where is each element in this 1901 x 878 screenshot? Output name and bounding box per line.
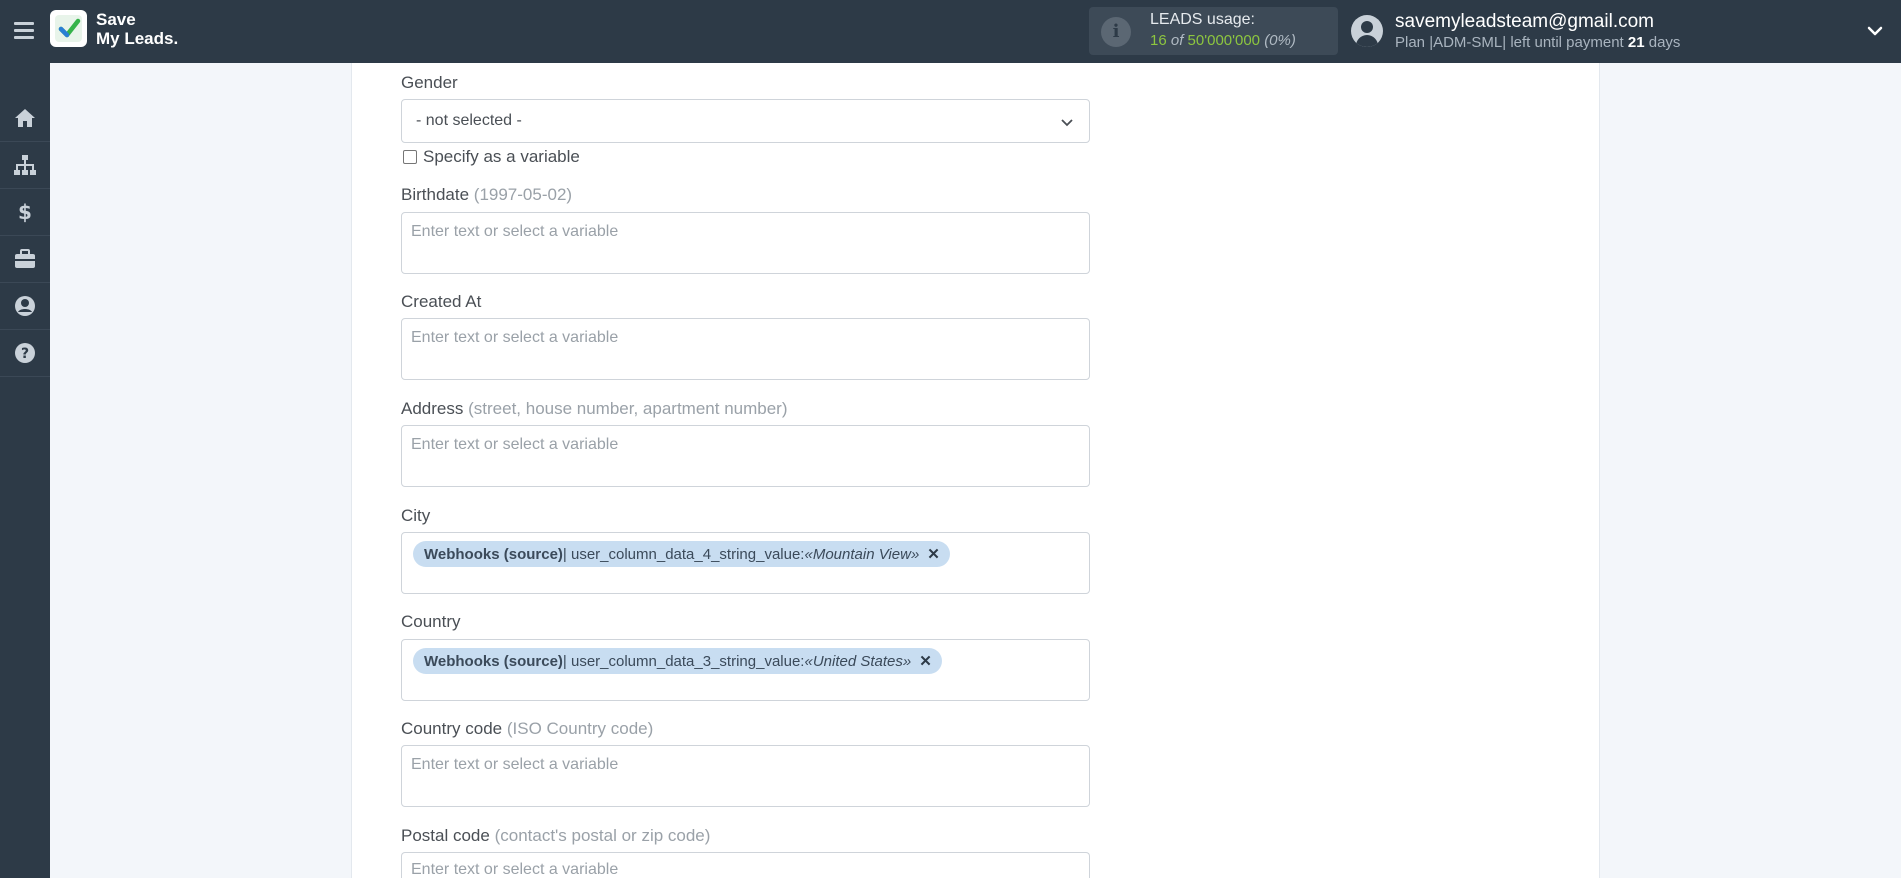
remove-tag-icon[interactable]: ✕ [927, 545, 940, 563]
address-label: Address (street, house number, apartment… [401, 399, 788, 418]
created-at-input[interactable]: Enter text or select a variable [401, 318, 1090, 380]
account-email[interactable]: savemyleadsteam@gmail.com [1395, 11, 1654, 33]
country-variable-tag[interactable]: Webhooks (source) | user_column_data_3_s… [413, 648, 942, 674]
country-code-placeholder: Enter text or select a variable [411, 756, 619, 773]
country-label: Country [401, 612, 461, 631]
country-input[interactable]: Webhooks (source) | user_column_data_3_s… [401, 639, 1090, 701]
menu-icon[interactable] [12, 18, 36, 42]
city-input[interactable]: Webhooks (source) | user_column_data_4_s… [401, 532, 1090, 594]
address-placeholder: Enter text or select a variable [411, 436, 619, 453]
address-input[interactable]: Enter text or select a variable [401, 425, 1090, 487]
birthdate-label: Birthdate (1997-05-02) [401, 185, 573, 204]
remove-tag-icon[interactable]: ✕ [919, 652, 932, 670]
svg-text:?: ? [21, 346, 29, 362]
gender-label: Gender [401, 73, 458, 92]
city-label: City [401, 506, 431, 525]
help-icon[interactable]: ? [0, 330, 50, 377]
avatar[interactable] [1351, 15, 1383, 47]
info-icon: i [1101, 17, 1131, 47]
gender-select[interactable]: - not selected - [401, 99, 1090, 143]
postal-code-input[interactable]: Enter text or select a variable [401, 852, 1090, 878]
usage-title: LEADS usage: [1150, 11, 1255, 28]
home-icon[interactable] [0, 95, 50, 142]
specify-variable-label: Specify as a variable [423, 147, 580, 166]
specify-variable-row: Specify as a variable [403, 147, 580, 167]
logo-icon [50, 10, 87, 47]
birthdate-input[interactable]: Enter text or select a variable [401, 212, 1090, 274]
sidebar: $ ? [0, 63, 50, 878]
leads-usage-panel: i LEADS usage: 16 of 50'000'000 (0%) [1089, 7, 1338, 55]
city-variable-tag[interactable]: Webhooks (source) | user_column_data_4_s… [413, 541, 950, 567]
usage-count: 16 of 50'000'000 (0%) [1150, 32, 1296, 49]
created-at-placeholder: Enter text or select a variable [411, 329, 619, 346]
postal-code-label: Postal code (contact's postal or zip cod… [401, 826, 711, 845]
briefcase-icon[interactable] [0, 236, 50, 283]
plan-info: Plan |ADM-SML| left until payment 21 day… [1395, 34, 1681, 51]
logo-text: Save My Leads. [96, 10, 179, 48]
birthdate-placeholder: Enter text or select a variable [411, 223, 619, 240]
specify-variable-checkbox[interactable] [403, 150, 417, 164]
chevron-down-icon [1061, 119, 1073, 127]
svg-text:$: $ [18, 200, 32, 224]
country-code-input[interactable]: Enter text or select a variable [401, 745, 1090, 807]
country-code-label: Country code (ISO Country code) [401, 719, 654, 738]
postal-code-placeholder: Enter text or select a variable [411, 861, 619, 878]
user-icon[interactable] [0, 283, 50, 330]
gender-select-value: - not selected - [416, 112, 522, 129]
sitemap-icon[interactable] [0, 142, 50, 189]
top-bar: Save My Leads. i LEADS usage: 16 of 50'0… [0, 0, 1901, 63]
dollar-icon[interactable]: $ [0, 189, 50, 236]
chevron-down-icon[interactable] [1866, 22, 1884, 40]
created-at-label: Created At [401, 292, 482, 311]
